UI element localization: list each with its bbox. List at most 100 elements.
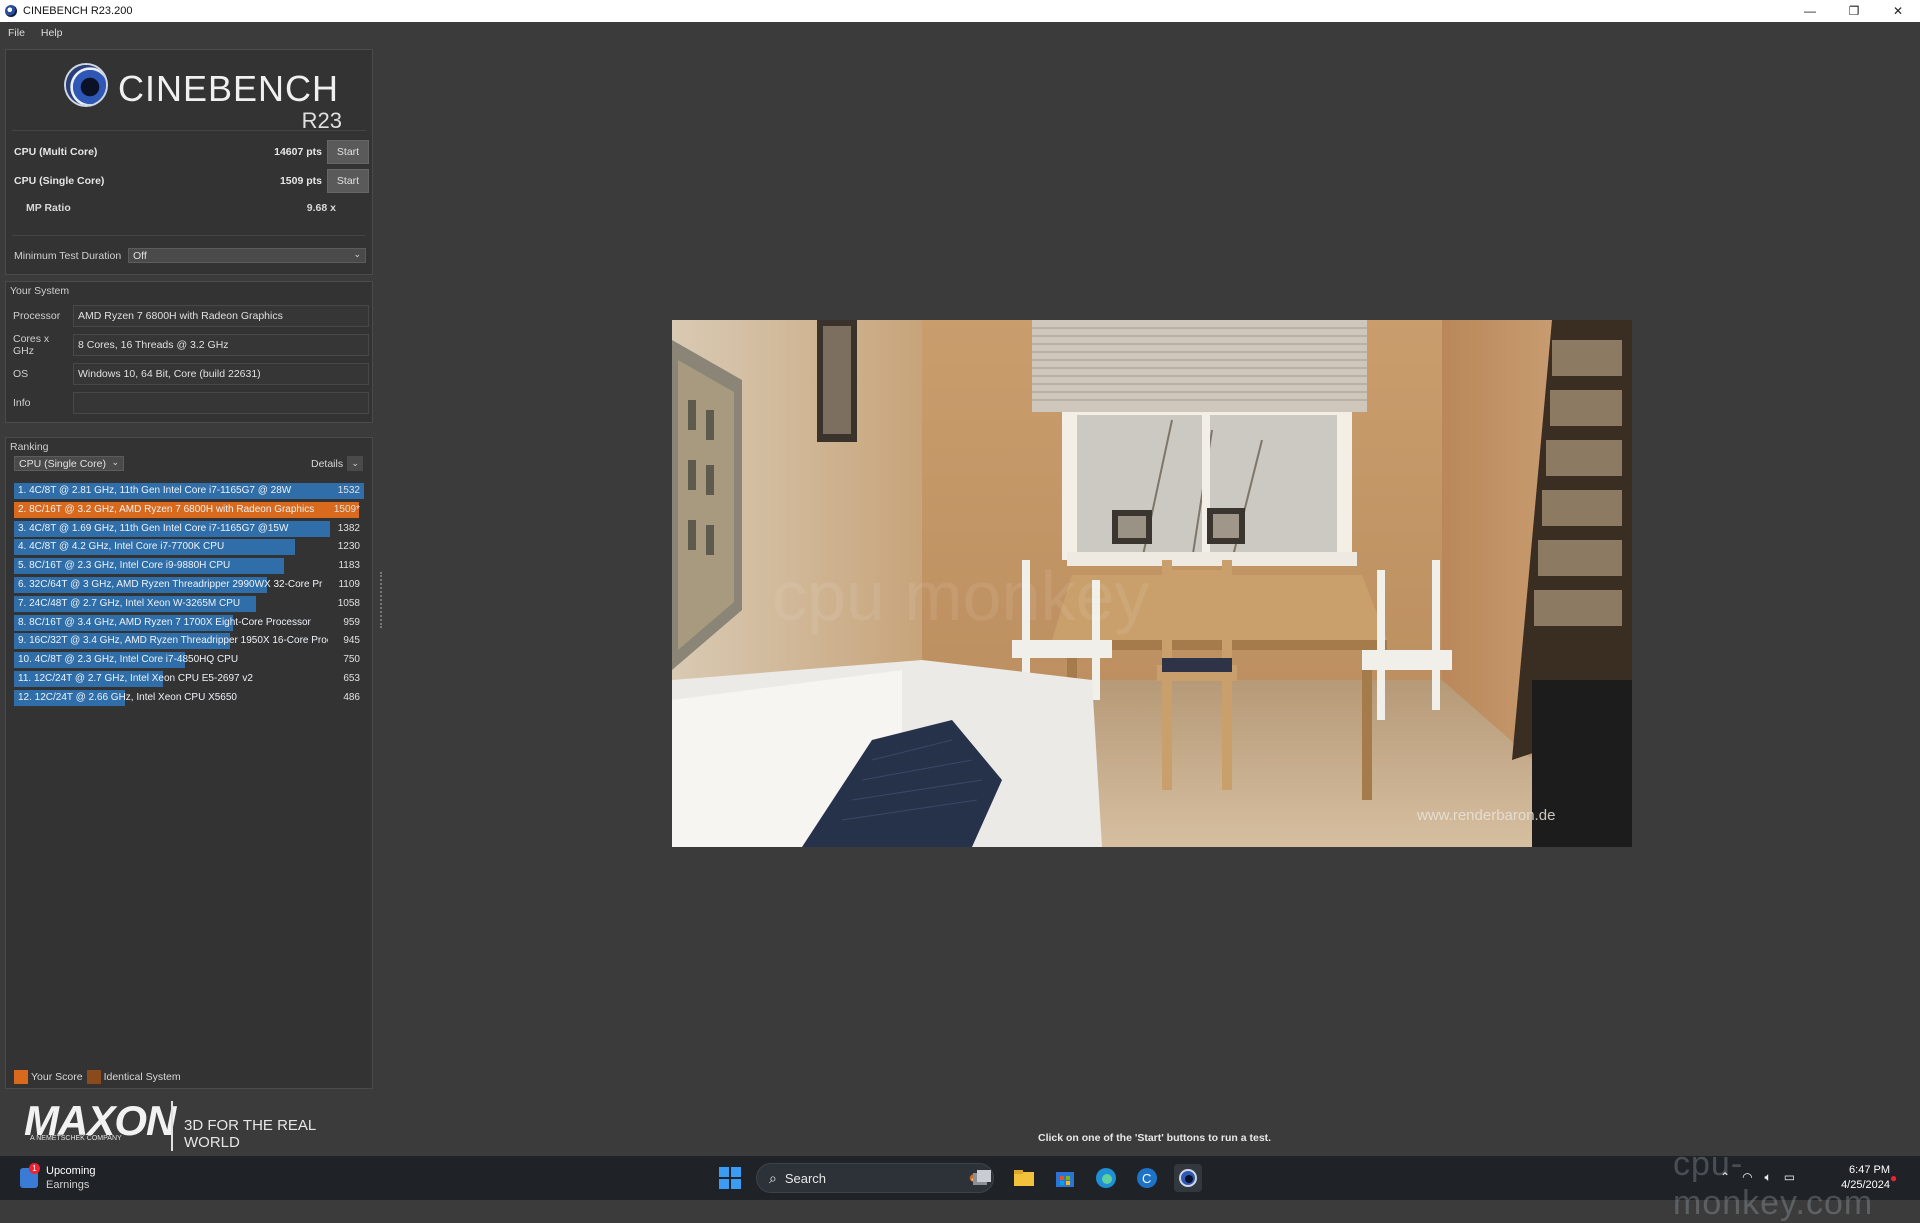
multi-core-label: CPU (Multi Core) (14, 146, 98, 158)
ranking-row[interactable]: 12. 12C/24T @ 2.66 GHz, Intel Xeon CPU X… (14, 689, 364, 706)
min-test-duration-select[interactable]: Off ⌄ (128, 248, 366, 263)
ranking-row-score: 1058 (337, 597, 360, 609)
chevron-down-icon: ⌄ (353, 249, 361, 259)
maxon-sub: A NEMETSCHEK COMPANY (30, 1135, 122, 1142)
mp-ratio-row: MP Ratio 9.68 x (26, 202, 336, 214)
ranking-row[interactable]: 8. 8C/16T @ 3.4 GHz, AMD Ryzen 7 1700X E… (14, 614, 364, 631)
panel-resize-handle[interactable] (380, 572, 384, 628)
single-core-score: 1509 pts (279, 175, 322, 187)
edge-browser-icon[interactable] (1092, 1164, 1120, 1192)
close-button[interactable]: ✕ (1876, 0, 1920, 22)
status-hint: Click on one of the 'Start' buttons to r… (1038, 1132, 1272, 1144)
ranking-row-label: 4. 4C/8T @ 4.2 GHz, Intel Core i7-7700K … (18, 541, 225, 553)
ranking-row[interactable]: 9. 16C/32T @ 3.4 GHz, AMD Ryzen Threadri… (14, 633, 364, 650)
news-icon: 1 (20, 1163, 40, 1188)
os-label: OS (13, 368, 29, 380)
ranking-row-score: 653 (343, 673, 360, 684)
mp-ratio-label: MP Ratio (26, 202, 71, 214)
processor-field[interactable]: AMD Ryzen 7 6800H with Radeon Graphics (73, 305, 369, 327)
your-system-panel: Your System Processor AMD Ryzen 7 6800H … (5, 281, 373, 423)
ranking-row-score: 1230 (337, 541, 360, 553)
ranking-row[interactable]: 5. 8C/16T @ 2.3 GHz, Intel Core i9-9880H… (14, 558, 364, 575)
mp-ratio-value: 9.68 x (306, 202, 336, 214)
ranking-row[interactable]: 1. 4C/8T @ 2.81 GHz, 11th Gen Intel Core… (14, 483, 364, 499)
divider (12, 235, 366, 236)
ranking-row-score: 1509* (333, 503, 360, 515)
ranking-row[interactable]: 10. 4C/8T @ 2.3 GHz, Intel Core i7-4850H… (14, 652, 364, 669)
cinebench-app-icon (5, 5, 17, 17)
info-row: Info (13, 391, 371, 415)
divider (12, 130, 366, 131)
ranking-row[interactable]: 2. 8C/16T @ 3.2 GHz, AMD Ryzen 7 6800H w… (14, 501, 364, 518)
chevron-down-icon: ⌄ (111, 457, 119, 467)
ranking-row[interactable]: 3. 4C/8T @ 1.69 GHz, 11th Gen Intel Core… (14, 520, 364, 537)
ranking-row[interactable]: 7. 24C/48T @ 2.7 GHz, Intel Xeon W-3265M… (14, 595, 364, 612)
ranking-title: Ranking (10, 441, 49, 453)
window-title: CINEBENCH R23.200 (23, 5, 133, 17)
menu-file[interactable]: File (0, 27, 33, 39)
ranking-type-select[interactable]: CPU (Single Core) ⌄ (14, 456, 124, 471)
ranking-row-score: 486 (343, 691, 360, 703)
ranking-row-score: 750 (343, 654, 360, 666)
menu-help[interactable]: Help (33, 27, 71, 39)
single-core-label: CPU (Single Core) (14, 175, 105, 187)
ranking-row-label: 12. 12C/24T @ 2.66 GHz, Intel Xeon CPU X… (18, 691, 237, 703)
ranking-row-score: 959 (343, 616, 360, 628)
min-test-duration-label: Minimum Test Duration (14, 249, 122, 262)
menu-bar: File Help (0, 22, 1920, 43)
ranking-row[interactable]: 6. 32C/64T @ 3 GHz, AMD Ryzen Threadripp… (14, 577, 364, 593)
page-watermark: cpu-monkey.com (1673, 1145, 1874, 1222)
processor-label: Processor (13, 310, 61, 322)
ranking-row-label: 8. 8C/16T @ 3.4 GHz, AMD Ryzen 7 1700X E… (18, 616, 311, 628)
os-row: OS Windows 10, 64 Bit, Core (build 22631… (13, 362, 371, 386)
ranking-row-label: 6. 32C/64T @ 3 GHz, AMD Ryzen Threadripp… (18, 579, 323, 590)
microsoft-store-icon[interactable] (1051, 1164, 1079, 1192)
details-label: Details (311, 457, 344, 470)
ranking-row-label: 11. 12C/24T @ 2.7 GHz, Intel Xeon CPU E5… (18, 673, 253, 684)
maxon-slogan: 3D FOR THE REAL WORLD (184, 1117, 316, 1151)
cores-row: Cores x GHz 8 Cores, 16 Threads @ 3.2 GH… (13, 333, 371, 357)
search-label: Search (784, 1170, 827, 1186)
ranking-row-label: 3. 4C/8T @ 1.69 GHz, 11th Gen Intel Core… (18, 522, 289, 534)
ranking-row-label: 7. 24C/48T @ 2.7 GHz, Intel Xeon W-3265M… (18, 597, 241, 609)
minimize-button[interactable]: — (1788, 0, 1832, 22)
title-bar: CINEBENCH R23.200 — ❐ ✕ (0, 0, 1920, 22)
single-core-start-button[interactable]: Start (327, 169, 369, 193)
taskbar-search[interactable]: ⌕ Search (756, 1163, 994, 1193)
ccleaner-icon[interactable]: C (1133, 1164, 1161, 1192)
logo-brand: CINEBENCH (118, 68, 340, 109)
ranking-row-label: 2. 8C/16T @ 3.2 GHz, AMD Ryzen 7 6800H w… (18, 503, 315, 515)
min-test-duration-value: Off (133, 249, 147, 262)
ranking-row[interactable]: 4. 4C/8T @ 4.2 GHz, Intel Core i7-7700K … (14, 539, 364, 556)
windows-start-icon[interactable] (716, 1164, 744, 1192)
your-score-swatch (14, 1070, 28, 1084)
chevron-down-icon: ⌄ (347, 456, 364, 471)
os-field[interactable]: Windows 10, 64 Bit, Core (build 22631) (73, 363, 369, 385)
min-test-duration-row: Minimum Test Duration Off ⌄ (14, 248, 370, 263)
search-icon: ⌕ (769, 1169, 777, 1186)
notification-badge: 1 (29, 1163, 40, 1174)
info-field[interactable] (73, 392, 369, 414)
ranking-row-label: 1. 4C/8T @ 2.81 GHz, 11th Gen Intel Core… (18, 485, 292, 496)
details-dropdown[interactable]: Details ⌄ (311, 456, 364, 471)
your-score-legend-label: Your Score (31, 1071, 83, 1083)
ranking-row-score: 945 (343, 635, 360, 647)
render-preview-image: www.renderbaron.de cpu monkey (672, 320, 1632, 847)
cinebench-logo: CINEBENCH R23 (62, 62, 342, 133)
file-explorer-icon[interactable] (1010, 1164, 1038, 1192)
ranking-row-label: 5. 8C/16T @ 2.3 GHz, Intel Core i9-9880H… (18, 560, 231, 572)
single-core-row: CPU (Single Core) 1509 pts Start (14, 168, 369, 194)
ranking-row-label: 10. 4C/8T @ 2.3 GHz, Intel Core i7-4850H… (18, 654, 239, 666)
info-label: Info (13, 397, 31, 409)
cinebench-taskbar-icon[interactable] (1174, 1164, 1202, 1192)
cores-field[interactable]: 8 Cores, 16 Threads @ 3.2 GHz (73, 334, 369, 356)
weather-widget[interactable]: 1 Upcoming Earnings (20, 1163, 96, 1192)
ranking-row-score: 1183 (338, 560, 360, 572)
processor-row: Processor AMD Ryzen 7 6800H with Radeon … (13, 304, 371, 328)
maximize-button[interactable]: ❐ (1832, 0, 1876, 22)
ranking-row[interactable]: 11. 12C/24T @ 2.7 GHz, Intel Xeon CPU E5… (14, 671, 364, 687)
multi-core-start-button[interactable]: Start (327, 140, 369, 164)
task-view-icon[interactable] (968, 1164, 996, 1192)
ranking-row-label: 9. 16C/32T @ 3.4 GHz, AMD Ryzen Threadri… (18, 635, 328, 647)
render-overlay-watermark: cpu monkey (772, 557, 1149, 635)
